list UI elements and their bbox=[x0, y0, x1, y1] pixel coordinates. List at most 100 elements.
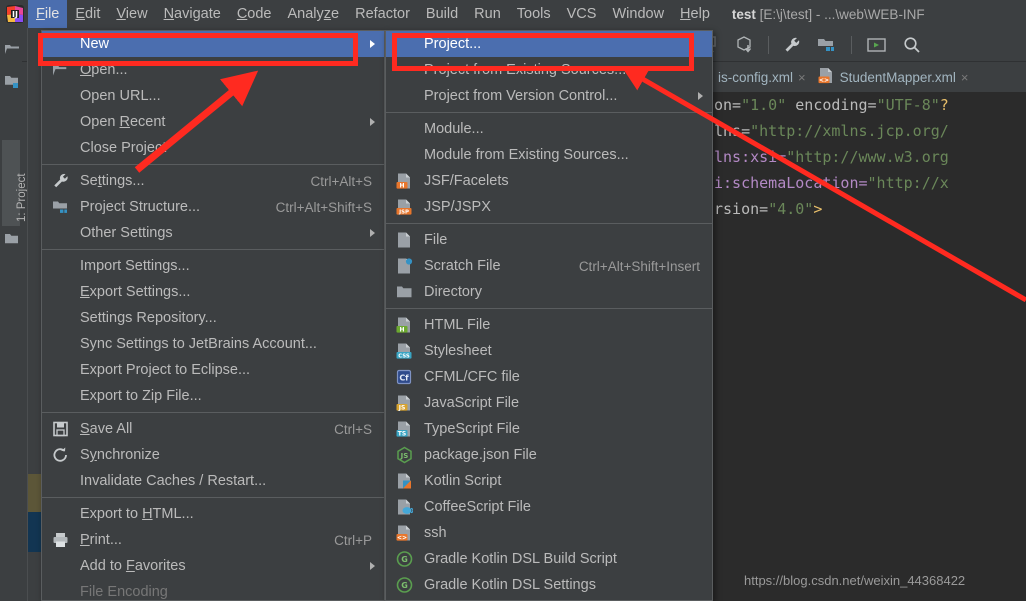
menubar-item-code[interactable]: Code bbox=[229, 0, 280, 28]
menubar-item-help[interactable]: Help bbox=[672, 0, 718, 28]
menu-item-label: Save All bbox=[80, 421, 133, 437]
print-icon bbox=[52, 532, 69, 549]
file-menu-item-import-settings[interactable]: Import Settings... bbox=[42, 253, 384, 279]
new-menu-item-module[interactable]: Module... bbox=[386, 116, 712, 142]
file-menu-item-open[interactable]: Open... bbox=[42, 57, 384, 83]
menu-item-label: ssh bbox=[424, 525, 447, 541]
menu-item-label: Add to Favorites bbox=[80, 558, 186, 574]
gradle-icon: G bbox=[396, 551, 413, 568]
menu-item-label: Synchronize bbox=[80, 447, 160, 463]
file-menu-item-new[interactable]: New bbox=[42, 31, 384, 57]
file-menu-item-add-to-favorites[interactable]: Add to Favorites bbox=[42, 553, 384, 579]
title-project-name: test bbox=[731, 6, 756, 22]
menu-item-label: CFML/CFC file bbox=[424, 369, 520, 385]
sidebar-item-project[interactable]: 1: Project bbox=[2, 140, 28, 226]
menubar-item-navigate[interactable]: Navigate bbox=[156, 0, 229, 28]
file-menu-item-invalidate-caches-restart[interactable]: Invalidate Caches / Restart... bbox=[42, 468, 384, 494]
search-icon[interactable] bbox=[902, 36, 922, 54]
css-file-icon: CSS bbox=[396, 343, 413, 360]
menubar-item-run[interactable]: Run bbox=[466, 0, 509, 28]
submenu-arrow-icon bbox=[370, 118, 375, 126]
menubar-item-label: Navigate bbox=[163, 6, 221, 22]
menubar-item-tools[interactable]: Tools bbox=[509, 0, 559, 28]
new-menu-item-coffeescript-file[interactable]: CoffeeScript File bbox=[386, 494, 712, 520]
new-menu-item-file[interactable]: File bbox=[386, 227, 712, 253]
menubar-item-vcs[interactable]: VCS bbox=[559, 0, 605, 28]
close-icon[interactable]: × bbox=[798, 70, 806, 85]
file-menu-item-project-structure[interactable]: Project Structure... Ctrl+Alt+Shift+S bbox=[42, 194, 384, 220]
menubar-item-label: Window bbox=[612, 6, 665, 22]
menu-item-label: Import Settings... bbox=[80, 258, 190, 274]
menubar-item-analyze[interactable]: Analyze bbox=[280, 0, 348, 28]
settings-wrench-icon[interactable] bbox=[783, 36, 803, 54]
new-menu-item-stylesheet[interactable]: CSS Stylesheet bbox=[386, 338, 712, 364]
file-menu-item-save-all[interactable]: Save All Ctrl+S bbox=[42, 416, 384, 442]
file-menu-item-sync-settings-to-jetbrains-account[interactable]: Sync Settings to JetBrains Account... bbox=[42, 331, 384, 357]
menu-item-shortcut: Ctrl+Alt+S bbox=[310, 173, 372, 189]
file-menu-item-export-project-to-eclipse[interactable]: Export Project to Eclipse... bbox=[42, 357, 384, 383]
new-menu-item-project[interactable]: Project... bbox=[386, 31, 712, 57]
new-menu-item-module-from-existing-sources[interactable]: Module from Existing Sources... bbox=[386, 142, 712, 168]
menu-item-label: Open Recent bbox=[80, 114, 166, 130]
editor-tab[interactable]: is-config.xml × bbox=[712, 62, 812, 92]
menubar-item-label: Build bbox=[425, 6, 459, 22]
menubar-item-build[interactable]: Build bbox=[418, 0, 466, 28]
new-menu-item-ssh[interactable]: <> ssh bbox=[386, 520, 712, 546]
toolbar-icon-group bbox=[700, 28, 922, 62]
new-menu-item-jsp-jspx[interactable]: JSP JSP/JSPX bbox=[386, 194, 712, 220]
new-menu-item-typescript-file[interactable]: TS TypeScript File bbox=[386, 416, 712, 442]
new-menu-item-javascript-file[interactable]: JS JavaScript File bbox=[386, 390, 712, 416]
left-tool-strip: 1: Project bbox=[0, 28, 28, 601]
menu-item-shortcut: Ctrl+S bbox=[334, 421, 372, 437]
folder-open-icon[interactable] bbox=[4, 42, 20, 56]
menu-item-label: JavaScript File bbox=[424, 395, 520, 411]
file-menu-item-settings[interactable]: Settings... Ctrl+Alt+S bbox=[42, 168, 384, 194]
file-menu-item-export-settings[interactable]: Export Settings... bbox=[42, 279, 384, 305]
file-menu-item-print[interactable]: Print... Ctrl+P bbox=[42, 527, 384, 553]
close-icon[interactable]: × bbox=[961, 70, 969, 85]
svg-text:JSP: JSP bbox=[398, 209, 409, 215]
new-menu-item-project-from-existing-sources[interactable]: Project from Existing Sources... bbox=[386, 57, 712, 83]
menubar-item-label: Help bbox=[680, 6, 710, 22]
file-menu-item-synchronize[interactable]: Synchronize bbox=[42, 442, 384, 468]
menu-item-shortcut: Ctrl+Alt+Shift+S bbox=[275, 199, 372, 215]
folder-icon[interactable] bbox=[4, 232, 20, 246]
menubar-item-refactor[interactable]: Refactor bbox=[347, 0, 418, 28]
file-menu-item-export-to-zip-file[interactable]: Export to Zip File... bbox=[42, 383, 384, 409]
sync-icon bbox=[52, 447, 69, 464]
new-menu-item-scratch-file[interactable]: Scratch File Ctrl+Alt+Shift+Insert bbox=[386, 253, 712, 279]
menubar-item-view[interactable]: View bbox=[108, 0, 155, 28]
run-icon[interactable] bbox=[866, 36, 888, 54]
new-menu-item-project-from-version-control[interactable]: Project from Version Control... bbox=[386, 83, 712, 109]
file-menu-item-export-to-html[interactable]: Export to HTML... bbox=[42, 501, 384, 527]
project-structure-icon[interactable] bbox=[817, 36, 837, 54]
file-menu-item-open-url[interactable]: Open URL... bbox=[42, 83, 384, 109]
new-menu-item-gradle-kotlin-dsl-settings[interactable]: G Gradle Kotlin DSL Settings bbox=[386, 572, 712, 598]
navigation-marker-strip bbox=[27, 28, 42, 601]
new-menu-item-package-json-file[interactable]: JS package.json File bbox=[386, 442, 712, 468]
editor-code[interactable]: on="1.0" encoding="UTF-8"? lns="http://xm… bbox=[712, 92, 1026, 222]
menubar-item-file[interactable]: File bbox=[28, 0, 68, 28]
menu-item-label: Settings Repository... bbox=[80, 310, 217, 326]
folder-module-icon[interactable] bbox=[4, 74, 21, 89]
new-menu-item-directory[interactable]: Directory bbox=[386, 279, 712, 305]
code-line: lns:xsi="http://www.w3.org bbox=[714, 148, 949, 166]
jsp-file-icon: JSP bbox=[396, 199, 413, 216]
new-menu-item-kotlin-script[interactable]: Kotlin Script bbox=[386, 468, 712, 494]
file-icon bbox=[396, 232, 413, 249]
file-menu-item-other-settings[interactable]: Other Settings bbox=[42, 220, 384, 246]
cfml-file-icon: Cf bbox=[396, 369, 413, 386]
menubar-item-edit[interactable]: Edit bbox=[67, 0, 108, 28]
menu-item-label: Export to HTML... bbox=[80, 506, 194, 522]
new-menu-item-gradle-kotlin-dsl-build-script[interactable]: G Gradle Kotlin DSL Build Script bbox=[386, 546, 712, 572]
editor-tab[interactable]: <> StudentMapper.xml × bbox=[812, 62, 975, 92]
file-menu-item-open-recent[interactable]: Open Recent bbox=[42, 109, 384, 135]
svg-text:JS: JS bbox=[400, 452, 409, 460]
new-menu-item-cfml-cfc-file[interactable]: Cf CFML/CFC file bbox=[386, 364, 712, 390]
file-menu-item-settings-repository[interactable]: Settings Repository... bbox=[42, 305, 384, 331]
download-icon[interactable] bbox=[734, 36, 754, 54]
file-menu-item-close-project[interactable]: Close Project bbox=[42, 135, 384, 161]
menubar-item-window[interactable]: Window bbox=[604, 0, 672, 28]
new-menu-item-html-file[interactable]: H HTML File bbox=[386, 312, 712, 338]
new-menu-item-jsf-facelets[interactable]: H JSF/Facelets bbox=[386, 168, 712, 194]
